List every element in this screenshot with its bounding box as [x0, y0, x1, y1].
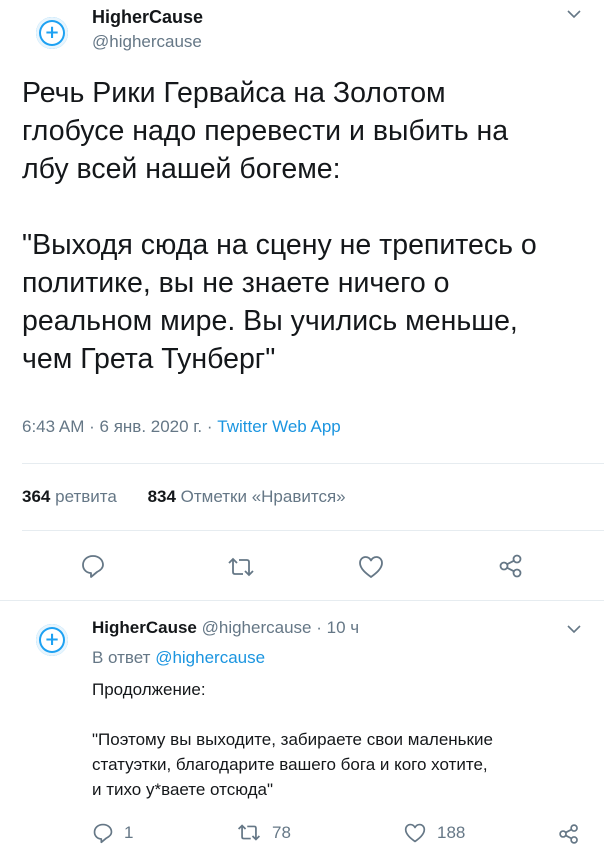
replying-to: В ответ @highercause	[92, 648, 266, 667]
display-name[interactable]: HigherCause	[92, 7, 203, 28]
reply-like-button[interactable]: 188	[403, 822, 465, 844]
reply-header: HigherCause @highercause · 10 ч	[92, 618, 360, 637]
comment-icon	[93, 823, 113, 844]
heart-icon	[404, 823, 426, 843]
retweets-stat[interactable]: 364 ретвита	[22, 487, 117, 506]
reply-display-name[interactable]: HigherCause	[92, 618, 197, 637]
chevron-down-icon[interactable]	[566, 623, 582, 635]
divider	[22, 530, 604, 531]
tweet-meta: 6:43 AM · 6 янв. 2020 г. · Twitter Web A…	[22, 417, 341, 436]
share-icon[interactable]	[497, 553, 525, 579]
tweet-text: Речь Рики Гервайса на Золотом глобусе на…	[22, 77, 537, 375]
reply-comment-button[interactable]: 1	[92, 822, 133, 844]
heart-icon[interactable]	[357, 554, 385, 580]
like-count: 188	[437, 823, 466, 842]
reply-count: 1	[124, 823, 134, 842]
tweet-date: 6 янв. 2020 г.	[99, 417, 203, 436]
reply-avatar[interactable]: +	[36, 624, 68, 656]
handle[interactable]: @highercause	[92, 32, 202, 52]
reply-handle[interactable]: @highercause	[202, 618, 312, 637]
share-icon[interactable]	[557, 823, 581, 845]
tweet-source-link[interactable]: Twitter Web App	[217, 417, 340, 436]
avatar[interactable]: +	[36, 17, 68, 49]
reply-retweet-button[interactable]: 78	[236, 822, 291, 843]
comment-icon[interactable]	[80, 553, 106, 579]
replying-to-link[interactable]: @highercause	[155, 648, 265, 667]
reply-age[interactable]: 10 ч	[327, 618, 360, 637]
retweet-icon[interactable]	[226, 555, 256, 579]
reply-text: Продолжение: "Поэтому вы выходите, забир…	[92, 680, 493, 799]
divider	[0, 600, 604, 601]
plus-icon: +	[44, 628, 60, 650]
retweet-count: 78	[272, 822, 291, 842]
tweet-time: 6:43 AM	[22, 417, 85, 436]
plus-icon: +	[44, 21, 60, 43]
divider	[22, 463, 604, 464]
chevron-down-icon[interactable]	[566, 8, 582, 20]
likes-stat[interactable]: 834 Отметки «Нравится»	[148, 487, 346, 506]
retweet-icon	[237, 824, 261, 841]
engagement-stats: 364 ретвита 834 Отметки «Нравится»	[22, 487, 346, 507]
